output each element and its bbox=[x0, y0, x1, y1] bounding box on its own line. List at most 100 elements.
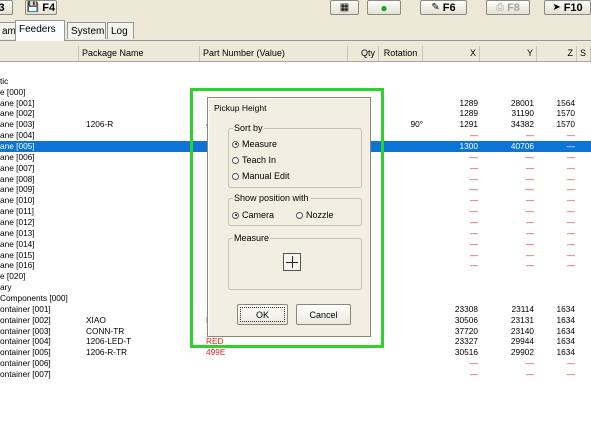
cell-x: — bbox=[469, 358, 478, 369]
tab-program[interactable]: am bbox=[0, 22, 16, 39]
cell-x: — bbox=[469, 369, 478, 380]
cell-z: — bbox=[566, 184, 575, 195]
cell-x: — bbox=[469, 206, 478, 217]
cell-z: — bbox=[566, 141, 575, 152]
cell-z: 1634 bbox=[556, 325, 575, 336]
cell-name: ontainer [003] bbox=[0, 325, 51, 336]
radio-camera-dot bbox=[232, 211, 239, 219]
tab-program-label: am bbox=[2, 26, 16, 37]
measure-crosshair-button[interactable] bbox=[283, 253, 301, 271]
f3-label: 3 bbox=[0, 1, 5, 14]
cell-name: ane [014] bbox=[0, 238, 35, 249]
table-row[interactable]: ontainer [007] — — — bbox=[0, 369, 591, 380]
cell-z: 1564 bbox=[556, 97, 575, 108]
cell-x: 30516 bbox=[454, 347, 478, 358]
col-header-part[interactable]: Part Number (Value) bbox=[200, 46, 348, 61]
cell-name: ane [007] bbox=[0, 162, 35, 173]
tab-bar: am Feeders System Log bbox=[0, 20, 591, 41]
cell-name: ane [013] bbox=[0, 227, 35, 238]
cancel-button[interactable]: Cancel bbox=[296, 304, 351, 325]
toolbar: 3 💾 F4 ▦ ● ✎ F6 ⎙ F8 ➤ F10 bbox=[0, 0, 591, 17]
cell-package: 1206-LED-T bbox=[86, 336, 132, 347]
f10-button[interactable]: ➤ F10 bbox=[544, 0, 591, 15]
cell-y: — bbox=[525, 206, 534, 217]
radio-manual-edit[interactable]: Manual Edit bbox=[232, 171, 290, 181]
table-row[interactable]: ontainer [005] 1206-R-TR 499E 30516 29902 163… bbox=[0, 347, 591, 358]
chip-button[interactable]: ▦ bbox=[330, 0, 359, 15]
col-header-qty[interactable]: Qty bbox=[348, 46, 379, 61]
cell-y: — bbox=[525, 238, 534, 249]
cell-z: — bbox=[566, 162, 575, 173]
pen-icon: ✎ bbox=[431, 2, 440, 13]
cell-x: — bbox=[469, 227, 478, 238]
cell-y: 23114 bbox=[511, 303, 534, 314]
green-status-button[interactable]: ● bbox=[367, 0, 401, 15]
f6-button[interactable]: ✎ F6 bbox=[420, 0, 467, 15]
table-row[interactable] bbox=[0, 65, 591, 76]
cell-y: 28001 bbox=[510, 97, 534, 108]
show-position-label: Show position with bbox=[233, 193, 310, 203]
cell-y: 34382 bbox=[510, 119, 534, 130]
cell-y: — bbox=[525, 151, 534, 162]
table-row[interactable]: tic bbox=[0, 76, 591, 87]
cell-name: tic bbox=[0, 75, 9, 86]
cell-y: 23131 bbox=[510, 314, 534, 325]
col-header-name[interactable] bbox=[0, 46, 79, 61]
cell-y: 23140 bbox=[510, 325, 534, 336]
cell-x: — bbox=[469, 184, 478, 195]
col-header-x[interactable]: X bbox=[423, 46, 480, 61]
cell-x: 37720 bbox=[454, 325, 478, 336]
cell-name: ane [012] bbox=[0, 217, 35, 228]
cell-z: — bbox=[566, 260, 575, 271]
cell-y: 29902 bbox=[510, 347, 534, 358]
radio-teach-in[interactable]: Teach In bbox=[232, 155, 276, 165]
f10-label: F10 bbox=[563, 1, 583, 14]
tab-system[interactable]: System bbox=[67, 22, 106, 39]
ok-button[interactable]: OK bbox=[237, 304, 288, 325]
f3-button[interactable]: 3 bbox=[0, 0, 13, 15]
cell-name: ane [011] bbox=[0, 206, 34, 217]
radio-measure[interactable]: Measure bbox=[232, 139, 277, 149]
cell-y: — bbox=[525, 162, 534, 173]
f4-button[interactable]: 💾 F4 bbox=[25, 0, 57, 15]
table-row[interactable]: ontainer [006] — — — bbox=[0, 358, 591, 369]
cell-x: 23308 bbox=[454, 303, 478, 314]
save-icon: 💾 bbox=[26, 2, 40, 13]
pickup-height-dialog: Pickup Height Sort by Measure Teach In M… bbox=[207, 97, 371, 337]
col-header-y[interactable]: Y bbox=[480, 46, 537, 61]
cell-y: 29944 bbox=[510, 336, 534, 347]
cell-x: — bbox=[469, 130, 478, 141]
radio-camera[interactable]: Camera bbox=[232, 210, 274, 220]
tab-feeders[interactable]: Feeders bbox=[15, 20, 65, 41]
show-position-group: Show position with Camera Nozzle bbox=[228, 193, 362, 226]
cell-name: ane [009] bbox=[0, 184, 35, 195]
col-header-package[interactable]: Package Name bbox=[79, 46, 200, 61]
cell-package: XIAO bbox=[86, 314, 106, 325]
cell-name: e [000] bbox=[0, 86, 26, 97]
col-header-z[interactable]: Z bbox=[537, 46, 577, 61]
cell-x: — bbox=[469, 249, 478, 260]
col-header-s[interactable]: S bbox=[577, 46, 591, 61]
cell-y: — bbox=[525, 130, 534, 141]
cell-y: — bbox=[525, 249, 534, 260]
radio-measure-dot bbox=[232, 140, 239, 148]
radio-nozzle[interactable]: Nozzle bbox=[296, 210, 334, 220]
tab-log[interactable]: Log bbox=[107, 22, 134, 39]
cell-y: — bbox=[525, 227, 534, 238]
cancel-label: Cancel bbox=[309, 309, 338, 320]
cell-z: — bbox=[566, 227, 575, 238]
cell-name: ane [006] bbox=[0, 151, 35, 162]
cell-name: ane [008] bbox=[0, 173, 35, 184]
radio-nozzle-label: Nozzle bbox=[306, 210, 334, 220]
measure-label: Measure bbox=[233, 233, 271, 243]
cell-z: — bbox=[566, 206, 575, 217]
cell-rotation: 90° bbox=[410, 119, 423, 130]
cell-y: — bbox=[525, 260, 534, 271]
f8-button[interactable]: ⎙ F8 bbox=[486, 0, 530, 15]
cell-z: — bbox=[566, 173, 575, 184]
cell-x: 1289 bbox=[459, 97, 478, 108]
cell-name: ane [003] bbox=[0, 119, 35, 130]
tab-feeders-label: Feeders bbox=[19, 24, 56, 35]
sort-by-label: Sort by bbox=[233, 123, 264, 133]
col-header-rotation[interactable]: Rotation bbox=[379, 46, 423, 61]
